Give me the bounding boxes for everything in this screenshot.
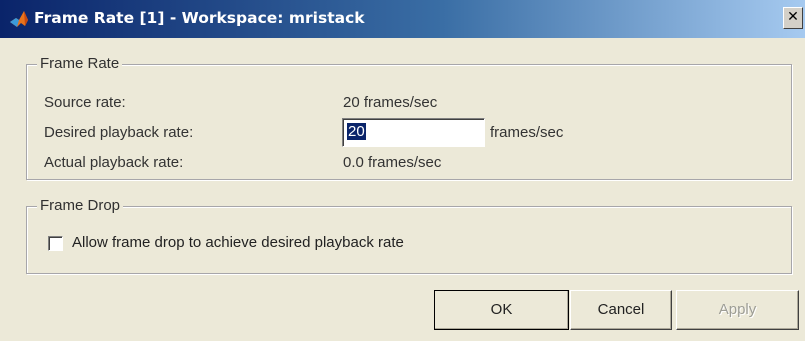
close-button[interactable]: ✕ <box>783 7 803 29</box>
desired-rate-input[interactable]: 20 <box>342 118 485 147</box>
ok-button-label: OK <box>490 301 513 318</box>
desired-rate-value: 20 <box>347 123 366 140</box>
frame-rate-dialog: Frame Rate [1] - Workspace: mristack ✕ F… <box>0 0 805 341</box>
desired-rate-unit: frames/sec <box>490 124 564 141</box>
source-rate-label: Source rate: <box>44 94 126 111</box>
apply-button-label: Apply <box>718 301 757 318</box>
window-title: Frame Rate [1] - Workspace: mristack <box>34 9 365 27</box>
ok-button[interactable]: OK <box>434 290 569 330</box>
frame-drop-legend: Frame Drop <box>37 197 124 214</box>
allow-frame-drop-label[interactable]: Allow frame drop to achieve desired play… <box>72 234 404 251</box>
apply-button[interactable]: Apply <box>676 290 799 330</box>
source-rate-value: 20 frames/sec <box>343 94 438 111</box>
cancel-button-label: Cancel <box>597 301 645 318</box>
actual-rate-label: Actual playback rate: <box>44 154 184 171</box>
matlab-logo-icon <box>10 11 28 27</box>
cancel-button[interactable]: Cancel <box>570 290 672 330</box>
close-icon: ✕ <box>787 9 799 25</box>
actual-rate-value: 0.0 frames/sec <box>343 154 442 171</box>
allow-frame-drop-checkbox[interactable] <box>48 236 63 251</box>
title-bar[interactable]: Frame Rate [1] - Workspace: mristack ✕ <box>0 0 805 38</box>
desired-rate-label: Desired playback rate: <box>44 124 194 141</box>
frame-rate-legend: Frame Rate <box>37 55 123 72</box>
